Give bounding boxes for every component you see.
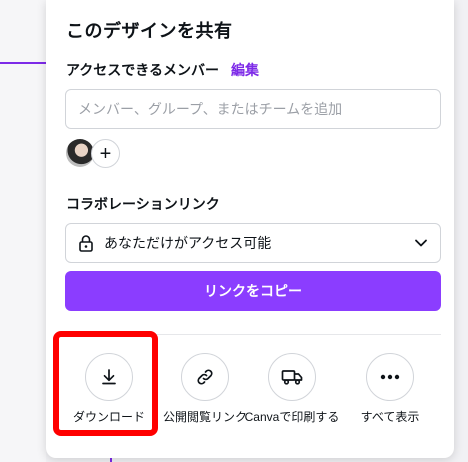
show-all-button[interactable] bbox=[366, 353, 414, 401]
download-label: ダウンロード bbox=[72, 410, 145, 424]
download-action[interactable]: ダウンロード bbox=[61, 353, 157, 425]
print-with-canva-button[interactable] bbox=[268, 353, 316, 401]
avatar[interactable] bbox=[66, 139, 94, 167]
divider bbox=[65, 334, 441, 335]
lock-icon bbox=[79, 235, 93, 252]
more-horizontal-icon bbox=[380, 374, 400, 380]
add-member-button[interactable]: + bbox=[91, 139, 120, 168]
background-left-panel bbox=[0, 0, 46, 462]
public-view-link-action[interactable]: 公開閲覧リンク bbox=[157, 353, 253, 425]
link-icon bbox=[197, 369, 213, 385]
members-row: アクセスできるメンバー 編集 bbox=[66, 60, 259, 80]
background-accent-line bbox=[0, 62, 46, 64]
chevron-down-icon bbox=[415, 239, 427, 247]
print-with-canva-label: Canvaで印刷する bbox=[244, 410, 340, 424]
background-right-strip bbox=[454, 0, 468, 462]
show-all-label: すべて表示 bbox=[360, 410, 420, 424]
collaboration-link-label: コラボレーションリンク bbox=[66, 196, 220, 212]
download-button[interactable] bbox=[85, 353, 133, 401]
members-label: アクセスできるメンバー bbox=[66, 62, 220, 78]
access-level-value: あなただけがアクセス可能 bbox=[104, 235, 272, 251]
copy-link-button[interactable]: リンクをコピー bbox=[65, 271, 441, 311]
download-icon bbox=[102, 369, 116, 385]
edit-link[interactable]: 編集 bbox=[231, 60, 259, 80]
panel-title: このデザインを共有 bbox=[66, 21, 233, 41]
access-level-select[interactable]: あなただけがアクセス可能 bbox=[65, 223, 441, 263]
public-view-link-label: 公開閲覧リンク bbox=[162, 410, 247, 424]
truck-icon bbox=[281, 370, 303, 385]
add-member-input[interactable] bbox=[65, 89, 441, 129]
public-view-link-button[interactable] bbox=[181, 353, 229, 401]
print-with-canva-action[interactable]: Canvaで印刷する bbox=[242, 353, 342, 425]
share-panel: このデザインを共有 アクセスできるメンバー 編集 + コラボレーションリンク あ… bbox=[46, 0, 454, 458]
show-all-action[interactable]: すべて表示 bbox=[342, 353, 438, 425]
